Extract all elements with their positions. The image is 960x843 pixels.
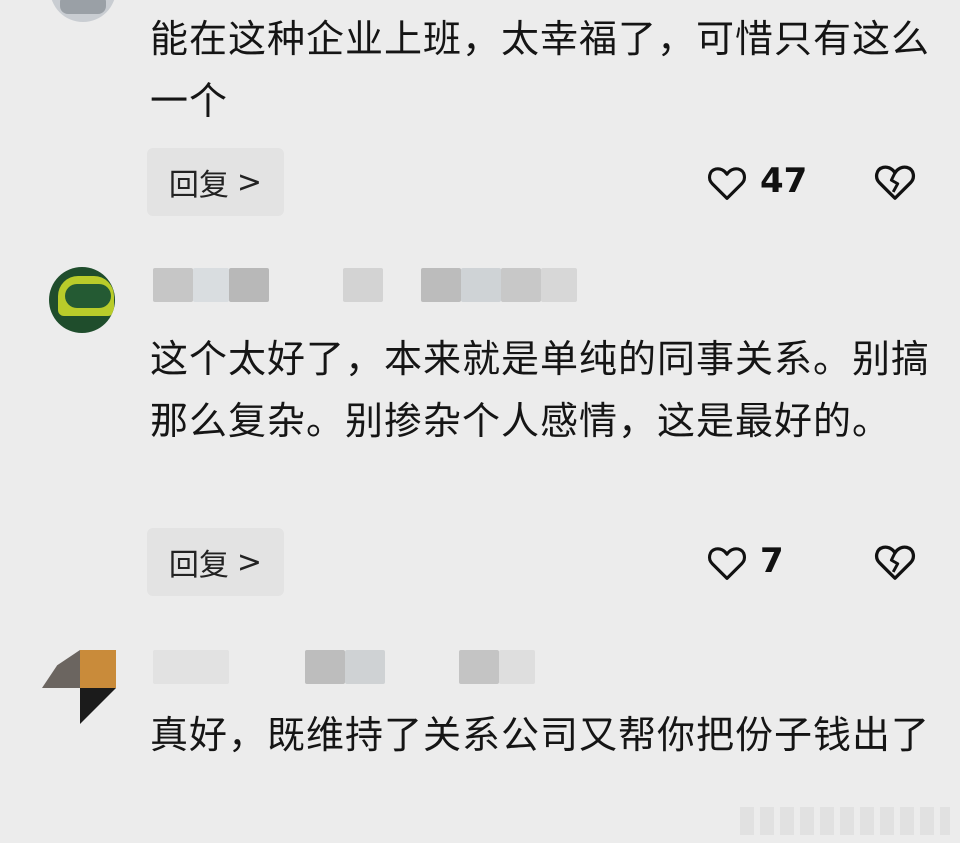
reply-label: 回复 [168,548,229,583]
blur-block [345,650,385,684]
reply-label: 回复 [168,168,229,203]
blur-block [153,650,229,684]
chevron-right-icon: > [236,164,263,200]
avatar-segment [42,650,80,688]
comment-text: 能在这种企业上班，太幸福了，可惜只有这么一个 [150,17,931,123]
avatar-segment [80,688,116,724]
avatar[interactable] [50,0,116,22]
blur-block [501,268,541,302]
blur-block [541,268,577,302]
blur-block [153,268,193,302]
reply-button[interactable]: 回复 > [147,148,284,216]
avatar[interactable] [49,267,115,333]
like-count: 47 [760,161,808,201]
blur-block [343,268,383,302]
blur-block [193,268,229,302]
broken-heart-icon[interactable] [873,161,917,201]
blur-block [499,650,535,684]
blur-block [305,650,345,684]
blur-block [461,268,501,302]
heart-outline-icon[interactable] [706,543,748,581]
chevron-right-icon: > [236,544,263,580]
blur-block [421,268,461,302]
blur-block [229,268,269,302]
heart-outline-icon[interactable] [706,163,748,201]
like-count: 7 [760,541,784,581]
broken-heart-icon[interactable] [873,541,917,581]
blur-block [459,650,499,684]
avatar-segment [80,650,116,688]
avatar[interactable] [42,650,116,724]
watermark [740,807,950,835]
comment-text: 真好，既维持了关系公司又帮你把份子钱出了 [150,713,931,757]
comment-text: 这个太好了，本来就是单纯的同事关系。别搞那么复杂。别掺杂个人感情，这是最好的。 [150,337,931,443]
reply-button[interactable]: 回复 > [147,528,284,596]
